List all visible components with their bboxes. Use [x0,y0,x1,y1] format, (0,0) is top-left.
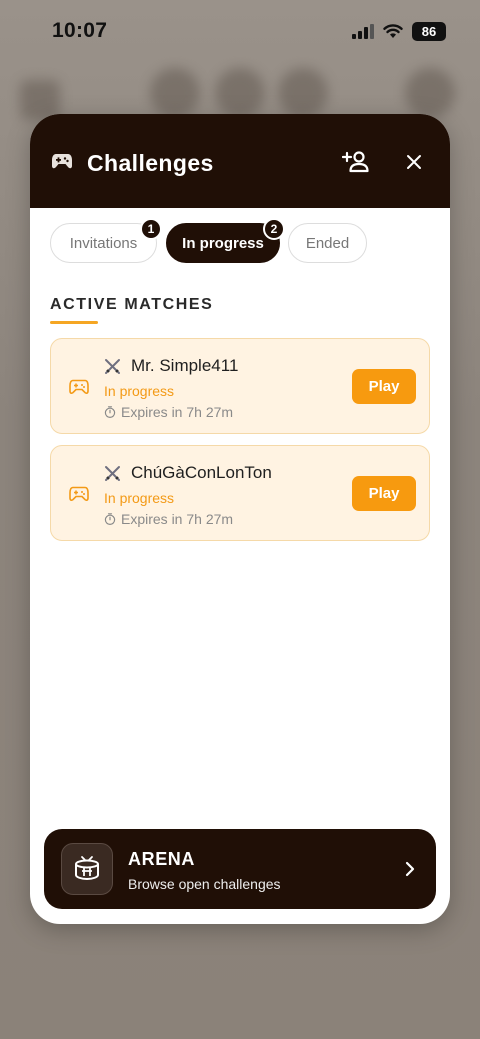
modal-header: Challenges [30,114,450,208]
chevron-right-icon [405,861,415,877]
tab-badge: 1 [140,218,162,240]
tab-ended[interactable]: Ended [288,223,367,263]
arena-icon [75,856,99,881]
opponent-name: Mr. Simple411 [131,356,239,375]
play-button[interactable]: Play [352,476,416,511]
status-bar: 10:07 86 [0,0,480,64]
add-friend-icon [342,151,369,173]
close-button[interactable] [406,154,422,170]
timer-icon [104,513,116,525]
tab-label: Ended [305,234,350,252]
gamepad-icon [52,154,72,169]
section-title: ACTIVE MATCHES [50,296,214,313]
section-underline [50,321,98,324]
match-card[interactable]: Mr. Simple411 In progress Expires in 7h … [50,338,430,434]
arena-banner[interactable]: ARENA Browse open challenges [44,829,436,909]
wifi-icon [383,24,403,38]
background-avatar [405,68,455,118]
tab-label: Invitations [69,234,138,252]
add-friend-button[interactable] [342,150,372,174]
tab-badge: 2 [263,218,285,240]
swords-icon [105,359,120,374]
arena-subtitle: Browse open challenges [128,876,281,892]
gamepad-icon [69,486,89,502]
expires-text: Expires in 7h 27m [121,404,234,420]
match-status: In progress [104,383,175,399]
arena-icon-box [61,843,113,895]
modal-title: Challenges [87,150,214,176]
tab-label: In progress [182,234,264,252]
arena-title: ARENA [128,849,196,869]
play-button[interactable]: Play [352,369,416,404]
expires-text: Expires in 7h 27m [121,511,234,527]
status-icons: 86 [352,22,446,41]
close-icon [407,155,421,169]
timer-icon [104,406,116,418]
background-avatar [215,68,265,118]
background-avatar [150,68,200,118]
status-time: 10:07 [52,19,108,42]
gamepad-icon [69,379,89,395]
swords-icon [105,466,120,481]
background-avatar [278,68,328,118]
signal-icon [352,24,374,39]
opponent-name: ChúGàConLonTon [131,463,272,482]
match-card[interactable]: ChúGàConLonTon In progress Expires in 7h… [50,445,430,541]
tab-in-progress[interactable]: In progress 2 [166,218,285,263]
tab-invitations[interactable]: Invitations 1 [50,218,162,263]
tab-bar: Invitations 1 In progress 2 Ended [50,218,430,263]
challenges-modal: Challenges Invitations 1 In progress 2 E… [30,114,450,924]
battery-indicator: 86 [412,22,446,41]
match-status: In progress [104,490,175,506]
